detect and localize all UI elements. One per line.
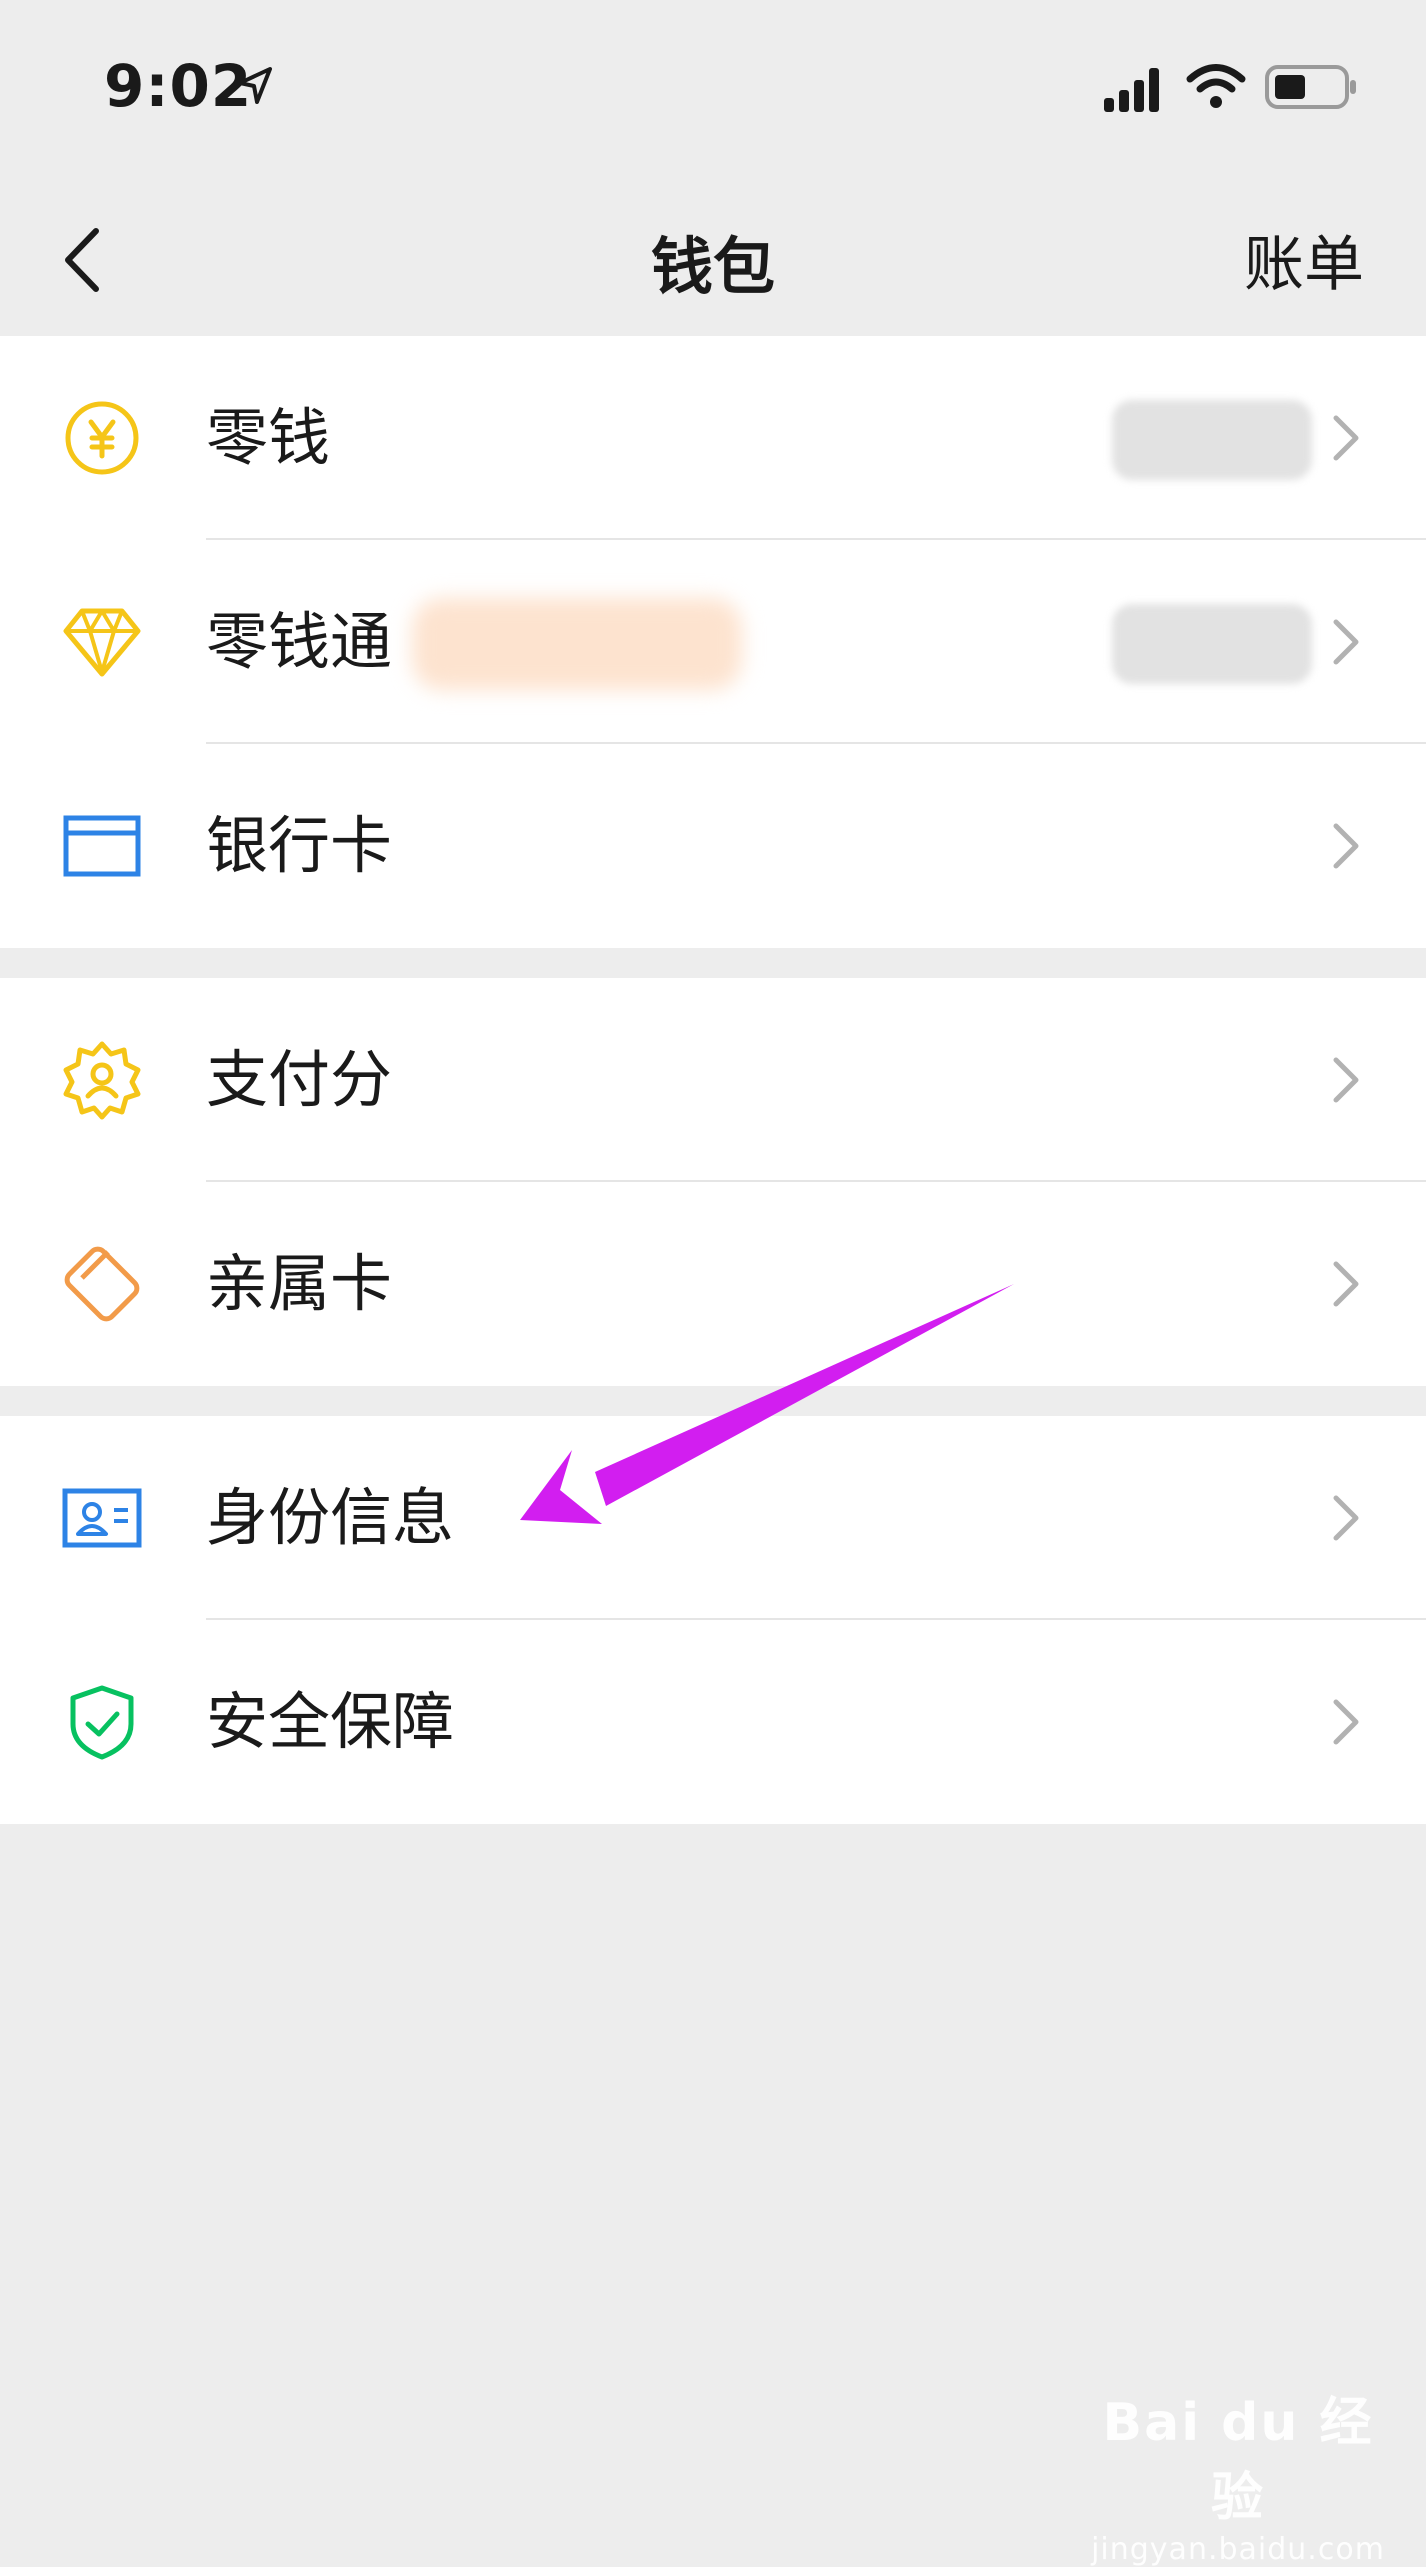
watermark-logo: Bai du 经验 [1102, 2393, 1374, 2528]
baidu-jingyan-watermark: Bai du 经验 jingyan.baidu.com [1088, 2380, 1388, 2567]
annotation-arrow [520, 1284, 1014, 1524]
watermark-url: jingyan.baidu.com [1091, 2532, 1385, 2567]
